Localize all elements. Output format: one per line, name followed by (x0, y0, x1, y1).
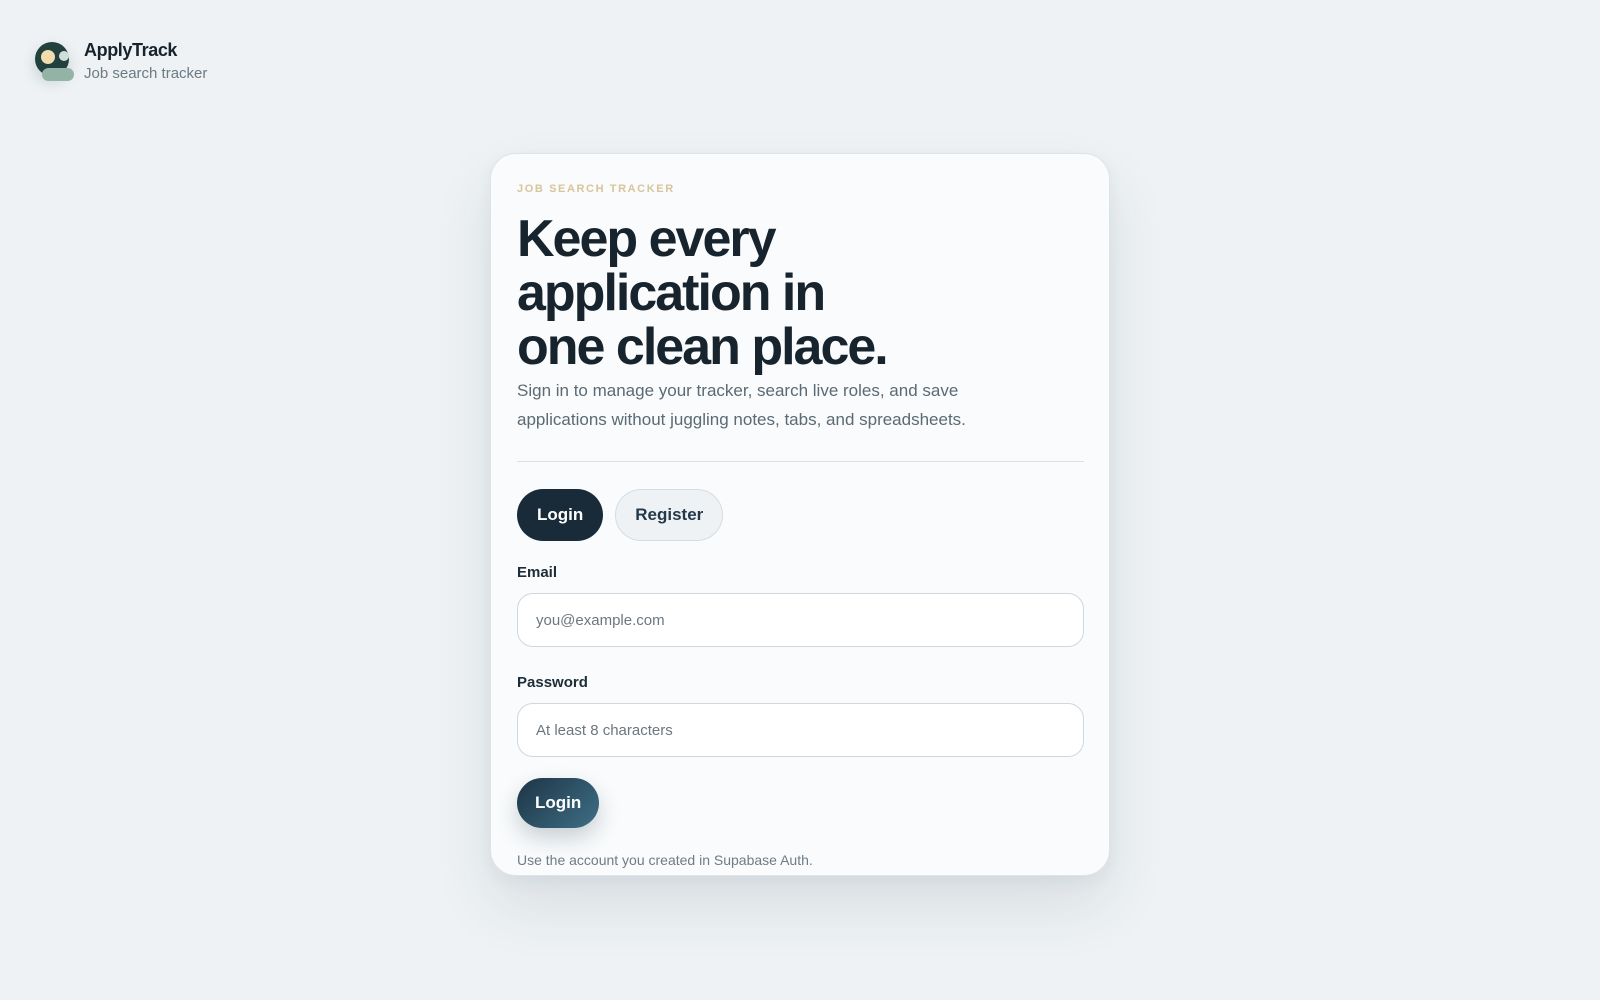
password-label: Password (517, 674, 588, 691)
auth-tabs: Login Register (517, 489, 1083, 541)
login-button[interactable]: Login (517, 778, 600, 828)
divider (517, 461, 1084, 462)
tab-register[interactable]: Register (615, 489, 724, 541)
helper-note: Use the account you created in Supabase … (517, 852, 813, 868)
brand-tagline: Job search tracker (84, 65, 208, 82)
brand-name: ApplyTrack (84, 40, 178, 60)
brand: ApplyTrack Job search tracker (34, 38, 207, 84)
login-card: JOB SEARCH TRACKER Keep every applicatio… (490, 153, 1110, 876)
page-title: Keep every application in one clean plac… (517, 210, 889, 376)
email-field[interactable] (517, 593, 1084, 647)
page-description: Sign in to manage your tracker, search l… (517, 381, 966, 429)
email-label: Email (517, 564, 558, 581)
password-field[interactable] (517, 703, 1084, 757)
tab-login[interactable]: Login (517, 489, 604, 541)
avatar-logo-icon (34, 38, 76, 82)
eyebrow-label: JOB SEARCH TRACKER (517, 183, 675, 195)
